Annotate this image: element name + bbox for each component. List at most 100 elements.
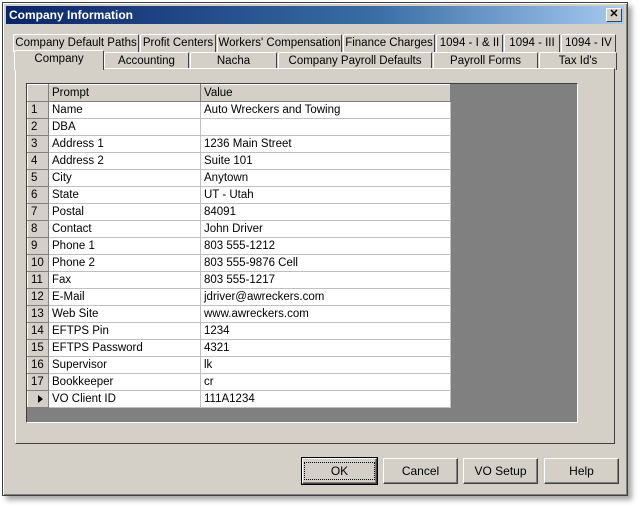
row-number: 13 — [27, 305, 49, 323]
tab-label: Payroll Forms — [450, 55, 521, 67]
data-grid-area: Prompt Value 1 Name Auto Wreckers and Towi… — [26, 83, 578, 423]
row-number: 6 — [27, 186, 49, 204]
table-row[interactable]: 6 State UT - Utah — [27, 186, 451, 204]
value-cell[interactable]: 111A1234 — [200, 390, 451, 408]
value-cell[interactable]: 84091 — [200, 203, 451, 221]
table-row[interactable]: 4 Address 2 Suite 101 — [27, 152, 451, 170]
table-row[interactable]: 7 Postal 84091 — [27, 203, 451, 221]
prompt-cell[interactable]: Name — [48, 101, 201, 119]
prompt-cell[interactable]: EFTPS Password — [48, 339, 201, 357]
row-pointer-icon — [38, 394, 43, 403]
help-button[interactable]: Help — [544, 458, 619, 484]
tab-finance-charges[interactable]: Finance Charges — [343, 34, 435, 52]
table-row[interactable]: 8 Contact John Driver — [27, 220, 451, 238]
value-cell[interactable]: John Driver — [200, 220, 451, 238]
help-button-label: Help — [569, 464, 594, 478]
tab-label: Profit Centers — [142, 37, 214, 49]
table-row[interactable]: 11 Fax 803 555-1217 — [27, 271, 451, 289]
tab-1094-iv[interactable]: 1094 - IV — [561, 34, 616, 52]
row-indicator-header — [27, 84, 49, 102]
table-row[interactable]: 13 Web Site www.awreckers.com — [27, 305, 451, 323]
value-cell[interactable]: 1234 — [200, 322, 451, 340]
table-row[interactable]: 9 Phone 1 803 555-1212 — [27, 237, 451, 255]
prompt-cell[interactable]: Postal — [48, 203, 201, 221]
value-cell[interactable]: Suite 101 — [200, 152, 451, 170]
prompt-cell[interactable]: Address 1 — [48, 135, 201, 153]
value-cell[interactable]: www.awreckers.com — [200, 305, 451, 323]
value-cell[interactable]: 803 555-1217 — [200, 271, 451, 289]
prompt-cell[interactable]: Phone 1 — [48, 237, 201, 255]
row-number: 16 — [27, 356, 49, 374]
current-table-row[interactable]: VO Client ID 111A1234 — [27, 390, 451, 408]
table-row[interactable]: 2 DBA — [27, 118, 451, 136]
row-number: 3 — [27, 135, 49, 153]
tab-label: Workers' Compensation — [218, 37, 341, 49]
value-cell[interactable]: 803 555-1212 — [200, 237, 451, 255]
prompt-column-header[interactable]: Prompt — [48, 84, 201, 102]
tab-label: 1094 - III — [509, 37, 555, 49]
row-number: 2 — [27, 118, 49, 136]
table-row[interactable]: 12 E-Mail jdriver@awreckers.com — [27, 288, 451, 306]
value-cell[interactable]: 4321 — [200, 339, 451, 357]
row-number: 11 — [27, 271, 49, 289]
prompt-cell[interactable]: Supervisor — [48, 356, 201, 374]
tab-1094-i-ii[interactable]: 1094 - I & II — [436, 34, 503, 52]
ok-button[interactable]: OK — [301, 457, 378, 485]
row-number: 7 — [27, 203, 49, 221]
row-number: 12 — [27, 288, 49, 306]
cancel-button-label: Cancel — [401, 464, 440, 478]
tab-1094-iii[interactable]: 1094 - III — [504, 34, 560, 52]
prompt-cell[interactable]: Contact — [48, 220, 201, 238]
row-number: 14 — [27, 322, 49, 340]
prompt-cell[interactable]: State — [48, 186, 201, 204]
row-number: 4 — [27, 152, 49, 170]
table-row[interactable]: 1 Name Auto Wreckers and Towing — [27, 101, 451, 119]
company-tab-panel: Prompt Value 1 Name Auto Wreckers and Towi… — [15, 68, 615, 444]
value-cell[interactable]: lk — [200, 356, 451, 374]
table-row[interactable]: 17 Bookkeeper cr — [27, 373, 451, 391]
vo-setup-button[interactable]: VO Setup — [463, 458, 538, 484]
prompt-cell[interactable]: City — [48, 169, 201, 187]
tab-label: Nacha — [216, 55, 251, 67]
tab-label: Company Default Paths — [15, 37, 137, 49]
value-cell[interactable]: 1236 Main Street — [200, 135, 451, 153]
tab-label: Tax Id's — [558, 55, 598, 67]
table-row[interactable]: 14 EFTPS Pin 1234 — [27, 322, 451, 340]
value-cell[interactable]: 803 555-9876 Cell — [200, 254, 451, 272]
tab-label: Company — [34, 53, 84, 65]
prompt-cell[interactable]: Web Site — [48, 305, 201, 323]
title-bar[interactable]: Company Information ✕ — [6, 6, 624, 24]
value-column-header[interactable]: Value — [200, 84, 451, 102]
row-number: 17 — [27, 373, 49, 391]
value-cell[interactable]: Auto Wreckers and Towing — [200, 101, 451, 119]
tab-label: 1094 - I & II — [439, 37, 500, 49]
table-row[interactable]: 10 Phone 2 803 555-9876 Cell — [27, 254, 451, 272]
tab-profit-centers[interactable]: Profit Centers — [140, 34, 216, 52]
table-row[interactable]: 5 City Anytown — [27, 169, 451, 187]
table-row[interactable]: 15 EFTPS Password 4321 — [27, 339, 451, 357]
value-cell[interactable] — [200, 118, 451, 136]
tab-workers-compensation[interactable]: Workers' Compensation — [217, 34, 342, 52]
tab-company[interactable]: Company — [14, 50, 104, 70]
prompt-cell[interactable]: E-Mail — [48, 288, 201, 306]
prompt-cell[interactable]: EFTPS Pin — [48, 322, 201, 340]
close-button[interactable]: ✕ — [606, 8, 622, 22]
row-number: 9 — [27, 237, 49, 255]
table-row[interactable]: 3 Address 1 1236 Main Street — [27, 135, 451, 153]
tab-label: Finance Charges — [345, 37, 433, 49]
prompt-cell[interactable]: VO Client ID — [48, 390, 201, 408]
table-row[interactable]: 16 Supervisor lk — [27, 356, 451, 374]
prompt-cell[interactable]: Bookkeeper — [48, 373, 201, 391]
grid-header-row: Prompt Value — [27, 84, 451, 102]
value-cell[interactable]: Anytown — [200, 169, 451, 187]
prompt-cell[interactable]: DBA — [48, 118, 201, 136]
value-cell[interactable]: UT - Utah — [200, 186, 451, 204]
prompt-cell[interactable]: Phone 2 — [48, 254, 201, 272]
company-info-grid: Prompt Value 1 Name Auto Wreckers and Towi… — [27, 84, 451, 408]
value-cell[interactable]: cr — [200, 373, 451, 391]
cancel-button[interactable]: Cancel — [383, 458, 458, 484]
prompt-cell[interactable]: Address 2 — [48, 152, 201, 170]
value-cell[interactable]: jdriver@awreckers.com — [200, 288, 451, 306]
prompt-cell[interactable]: Fax — [48, 271, 201, 289]
row-number: 5 — [27, 169, 49, 187]
